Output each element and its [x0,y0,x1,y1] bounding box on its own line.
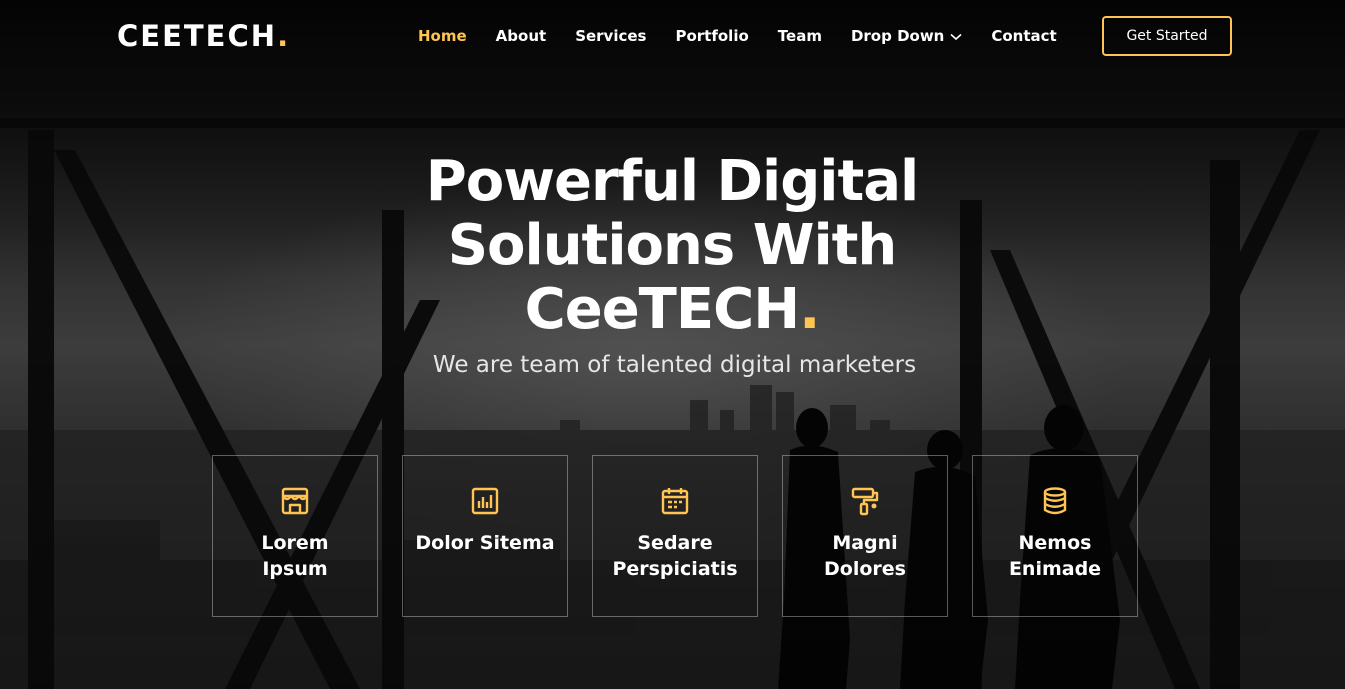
nav-item-portfolio[interactable]: Portfolio [675,27,748,45]
feature-title-line2: Dolores [824,558,906,580]
nav-item-drop-down-label: Drop Down [850,27,945,45]
hero-title-dot: . [799,277,820,342]
feature-box-dolor-sitema[interactable]: Dolor Sitema [402,455,568,617]
feature-title-line2: Ipsum [262,558,328,580]
site-header: CEETECH. Home About Services Portfolio T… [0,0,1345,72]
nav-item-team[interactable]: Team [778,27,822,45]
feature-title-line1: Dolor Sitema [415,532,555,554]
feature-box-nemos-enimade[interactable]: Nemos Enimade [972,455,1138,617]
hero-title-line3: CeeTECH [524,277,800,342]
paint-roller-icon [850,486,880,516]
nav-item-about[interactable]: About [496,27,547,45]
chevron-down-icon [950,27,962,45]
feature-box-sedare-perspiciatis[interactable]: Sedare Perspiciatis [592,455,758,617]
feature-title: Sedare Perspiciatis [600,530,750,582]
brand-logo[interactable]: CEETECH. [117,16,290,56]
hero-title: Powerful Digital Solutions With CeeTECH. [372,150,972,342]
feature-title: Dolor Sitema [410,530,560,556]
feature-title-line2: Perspiciatis [612,558,738,580]
calendar-icon [660,486,690,516]
feature-title: Lorem Ipsum [220,530,370,582]
nav-item-drop-down[interactable]: Drop Down [851,27,962,45]
feature-title-line1: Magni [832,532,898,554]
feature-box-lorem-ipsum[interactable]: Lorem Ipsum [212,455,378,617]
nav-item-services[interactable]: Services [575,27,646,45]
brand-name: CEETECH [117,19,278,53]
feature-title-line1: Sedare [637,532,713,554]
hero-title-line1: Powerful Digital [425,149,919,214]
bar-chart-icon [470,486,500,516]
feature-boxes: Lorem Ipsum Dolor Sitema Sedare Perspici… [212,455,1138,617]
nav-item-home[interactable]: Home [418,27,467,45]
feature-title: Magni Dolores [790,530,940,582]
feature-title: Nemos Enimade [980,530,1130,582]
get-started-button[interactable]: Get Started [1102,16,1232,56]
feature-title-line1: Lorem [261,532,329,554]
feature-box-magni-dolores[interactable]: Magni Dolores [782,455,948,617]
database-icon [1040,486,1070,516]
main-nav: Home About Services Portfolio Team Drop … [418,24,1086,48]
nav-item-contact[interactable]: Contact [991,27,1056,45]
hero-title-line2: Solutions With [447,213,898,278]
store-icon [280,486,310,516]
brand-dot: . [277,19,291,53]
feature-title-line2: Enimade [1008,558,1102,580]
hero-subtitle: We are team of talented digital marketer… [432,352,917,378]
feature-title-line1: Nemos [1018,532,1092,554]
